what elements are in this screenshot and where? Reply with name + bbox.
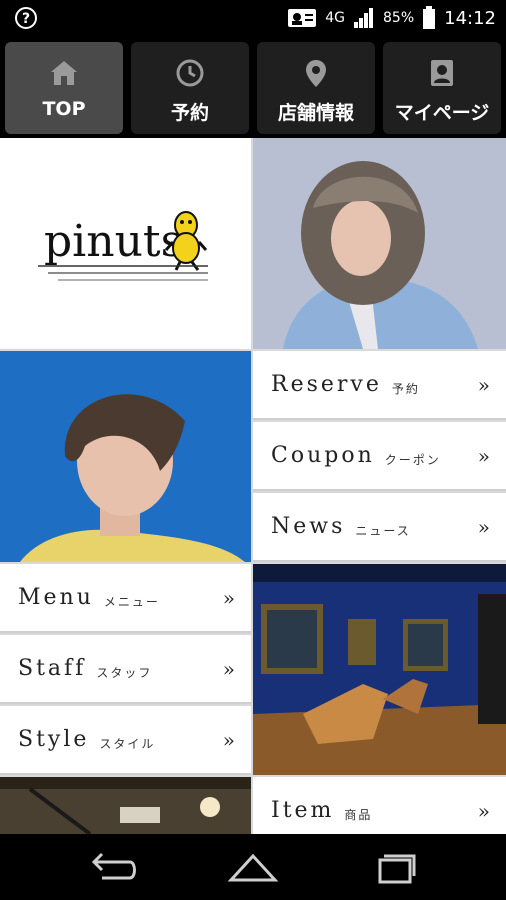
menu-row-coupon[interactable]: Coupon クーポン » [253, 422, 506, 491]
reserve-label: Reserve [271, 372, 382, 397]
salon-ceiling-photo [0, 777, 251, 834]
model-photo-1 [253, 138, 506, 349]
battery-icon [423, 6, 436, 29]
contact-card-icon [288, 9, 317, 27]
photo-style-model-2[interactable] [0, 351, 251, 562]
menu-row-news[interactable]: News ニュース » [253, 493, 506, 562]
tab-top-label: TOP [42, 98, 86, 120]
menu-row-style[interactable]: Style スタイル » [0, 706, 251, 775]
coupon-label-jp: クーポン [384, 453, 441, 467]
news-label: News [271, 514, 346, 539]
model-photo-2 [0, 351, 251, 562]
tab-mypage-label: マイページ [394, 102, 490, 124]
coupon-label: Coupon [271, 443, 375, 468]
chevron-right-icon: » [222, 585, 235, 610]
menu-label: Menu [18, 585, 94, 610]
home-button-icon[interactable] [223, 848, 283, 888]
style-label: Style [18, 727, 90, 752]
photo-style-model-1[interactable] [253, 138, 506, 349]
clock-time: 14:12 [444, 7, 496, 29]
pinuts-logo: pinuts [38, 211, 208, 281]
menu-label-jp: メニュー [103, 595, 160, 609]
chevron-right-icon: » [477, 798, 490, 823]
status-bar: ? 4G 85% 14:12 [0, 0, 506, 36]
home-grid: pinuts Reserve 予約 » Coupon クーポン » News ニ… [0, 138, 506, 834]
battery-percent: 85% [383, 10, 415, 26]
staff-label-jp: スタッフ [96, 666, 153, 680]
item-label: Item [271, 798, 335, 823]
chevron-right-icon: » [477, 443, 490, 468]
style-label-jp: スタイル [99, 737, 156, 751]
recent-apps-icon[interactable] [364, 848, 424, 888]
menu-row-reserve[interactable]: Reserve 予約 » [253, 351, 506, 420]
help-icon: ? [15, 7, 37, 29]
logo-text: pinuts [44, 216, 183, 267]
reserve-label-jp: 予約 [391, 382, 420, 396]
photo-salon-interior[interactable] [253, 564, 506, 775]
news-label-jp: ニュース [355, 524, 411, 538]
chevron-right-icon: » [222, 727, 235, 752]
menu-row-menu[interactable]: Menu メニュー » [0, 564, 251, 633]
tab-store-info[interactable]: 店舗情報 [257, 42, 375, 134]
chevron-right-icon: » [222, 656, 235, 681]
top-navigation: TOP 予約 店舗情報 マイページ [0, 36, 506, 138]
chevron-right-icon: » [477, 514, 490, 539]
system-navigation-bar [0, 834, 506, 900]
menu-row-item[interactable]: Item 商品 » [253, 777, 506, 834]
signal-icon [354, 8, 373, 28]
photo-salon-ceiling[interactable] [0, 777, 251, 834]
item-label-jp: 商品 [344, 808, 373, 822]
tab-reservation-label: 予約 [170, 102, 209, 124]
tab-store-info-label: 店舗情報 [277, 102, 354, 124]
tab-mypage[interactable]: マイページ [383, 42, 501, 134]
network-type: 4G [325, 10, 345, 26]
logo-tile: pinuts [0, 138, 251, 349]
chevron-right-icon: » [477, 372, 490, 397]
clock-icon [176, 59, 204, 87]
menu-row-staff[interactable]: Staff スタッフ » [0, 635, 251, 704]
back-icon[interactable] [82, 848, 142, 888]
person-card-icon [431, 60, 453, 86]
home-icon [51, 61, 77, 85]
tab-top[interactable]: TOP [5, 42, 123, 134]
tab-reservation[interactable]: 予約 [131, 42, 249, 134]
salon-interior-photo [253, 564, 506, 775]
svg-text:?: ? [22, 11, 30, 27]
location-pin-icon [306, 60, 326, 87]
staff-label: Staff [18, 656, 87, 681]
